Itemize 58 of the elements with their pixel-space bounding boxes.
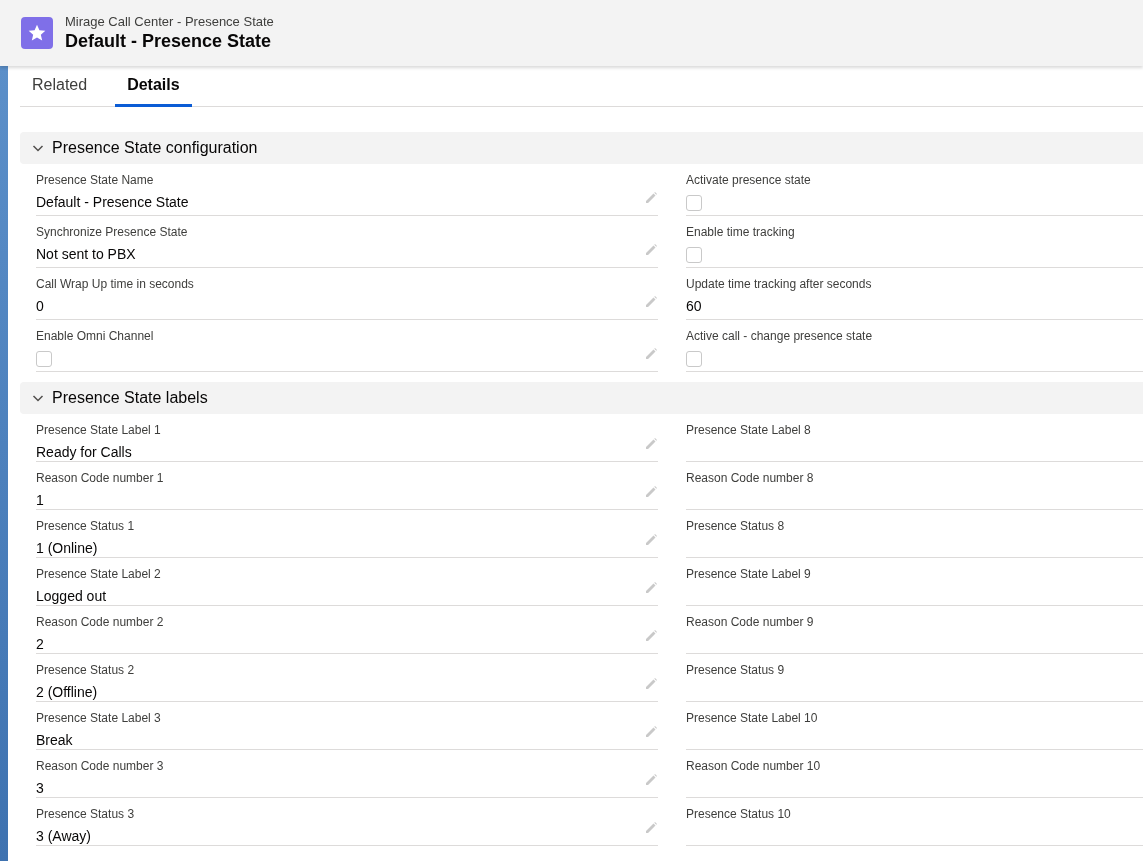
field-label: Presence Status 1 [36, 518, 136, 534]
pencil-icon[interactable] [644, 191, 658, 205]
tab[interactable]: Details [115, 66, 192, 107]
field-value: Ready for Calls [36, 443, 133, 462]
pencil-icon[interactable] [644, 773, 658, 787]
field-value: 3 (Away) [36, 827, 92, 846]
field-value: Default - Presence State [36, 193, 190, 212]
field-label: Presence Status 9 [686, 662, 786, 678]
field-label: Reason Code number 1 [36, 470, 165, 486]
field-value: 3 [36, 779, 45, 798]
field-label: Presence State Label 10 [686, 710, 819, 726]
field-value: Break [36, 731, 74, 750]
field-label: Call Wrap Up time in seconds [36, 276, 195, 292]
field-label: Presence State Label 2 [36, 566, 162, 582]
field-value: 2 (Offline) [36, 683, 99, 702]
field-label: Active call - change presence state [686, 328, 874, 344]
field-label: Reason Code number 3 [36, 758, 165, 774]
field-label: Presence Status 2 [36, 662, 136, 678]
pencil-icon[interactable] [644, 295, 658, 309]
tab[interactable]: Related [20, 66, 100, 107]
section-header[interactable]: Presence State labels [20, 382, 1143, 414]
field-value: Logged out [36, 587, 108, 606]
field-label: Presence State Label 3 [36, 710, 162, 726]
field-value: 2 [36, 635, 45, 654]
pencil-icon[interactable] [644, 243, 658, 257]
field-label: Presence Status 3 [36, 806, 136, 822]
field-label: Reason Code number 9 [686, 614, 815, 630]
field-label: Reason Code number 8 [686, 470, 815, 486]
field-label: Reason Code number 10 [686, 758, 822, 774]
field-label: Presence State Label 1 [36, 422, 162, 438]
pencil-icon[interactable] [644, 629, 658, 643]
field-value: 1 [36, 491, 45, 510]
pencil-icon[interactable] [644, 437, 658, 451]
field-label: Presence State Label 8 [686, 422, 812, 438]
object-type-label: Mirage Call Center - Presence State [65, 14, 274, 30]
field-value: 0 [36, 297, 45, 316]
field-label: Enable time tracking [686, 224, 796, 240]
field-label: Presence Status 10 [686, 806, 792, 822]
field-label: Update time tracking after seconds [686, 276, 873, 292]
pencil-icon[interactable] [644, 677, 658, 691]
pencil-icon[interactable] [644, 581, 658, 595]
section-header[interactable]: Presence State configuration [20, 132, 1143, 164]
field-label: Presence State Label 9 [686, 566, 812, 582]
pencil-icon[interactable] [644, 821, 658, 835]
field-label: Presence State Name [36, 172, 155, 188]
field-value: 60 [686, 297, 703, 316]
field-label: Presence Status 8 [686, 518, 786, 534]
pencil-icon[interactable] [644, 485, 658, 499]
field-label: Synchronize Presence State [36, 224, 189, 240]
field-label: Reason Code number 2 [36, 614, 165, 630]
pencil-icon[interactable] [644, 533, 658, 547]
pencil-icon[interactable] [644, 725, 658, 739]
field-value: Not sent to PBX [36, 245, 137, 264]
record-title: Default - Presence State [65, 30, 273, 52]
field-value: 1 (Online) [36, 539, 99, 558]
field-label: Enable Omni Channel [36, 328, 155, 344]
pencil-icon[interactable] [644, 347, 658, 361]
field-label: Activate presence state [686, 172, 812, 188]
